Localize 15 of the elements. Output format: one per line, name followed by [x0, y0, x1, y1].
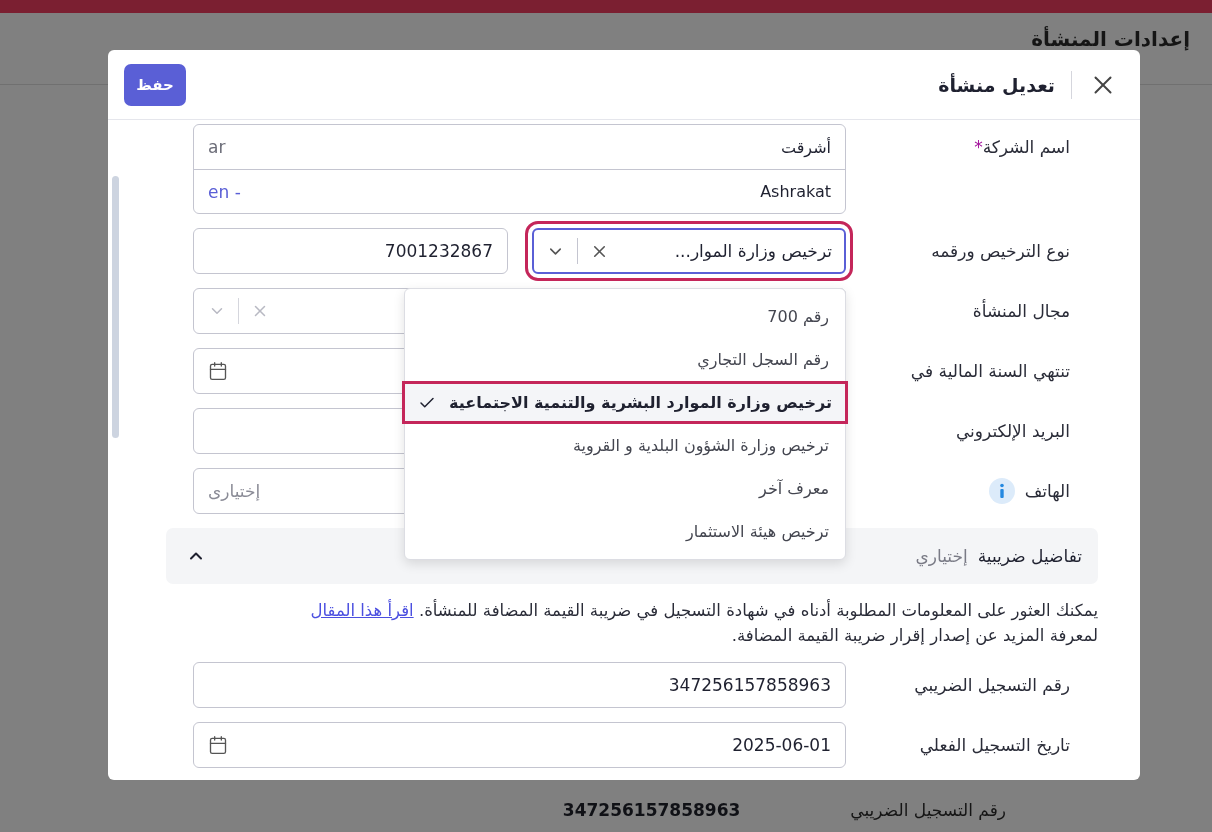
field-label: رقم التسجيل الضريبي — [914, 675, 1070, 695]
field-label: البريد الإلكتروني — [955, 421, 1070, 441]
page-title: إعدادات المنشأة — [1031, 27, 1190, 51]
field-label: تاريخ التسجيل الفعلي — [919, 735, 1070, 755]
field-label: نوع الترخيص ورقمه — [931, 241, 1070, 261]
field-label: اسم الشركة — [982, 137, 1070, 157]
field-label: الهاتف — [1024, 481, 1070, 501]
field-label: تنتهي السنة المالية في — [910, 361, 1070, 381]
date-value: 2025-06-01 — [731, 735, 831, 755]
info-paragraph: يمكنك العثور على المعلومات المطلوبة أدناه في شهادة التسجيل في ضريبة القيمة المضافة للمنشأة. اقرأ هذا المقال لمعرفة المزيد عن إصدار إقرار ضريبة القيمة المضافة. — [309, 598, 1098, 648]
modal-title: تعديل منشأة — [937, 73, 1055, 96]
field-label: رقم التسجيل الضريبي — [850, 800, 1006, 820]
field-label: مجال المنشأة — [972, 301, 1070, 321]
required-mark: * — [974, 137, 983, 157]
field-value: 347256157858963 — [562, 800, 741, 820]
